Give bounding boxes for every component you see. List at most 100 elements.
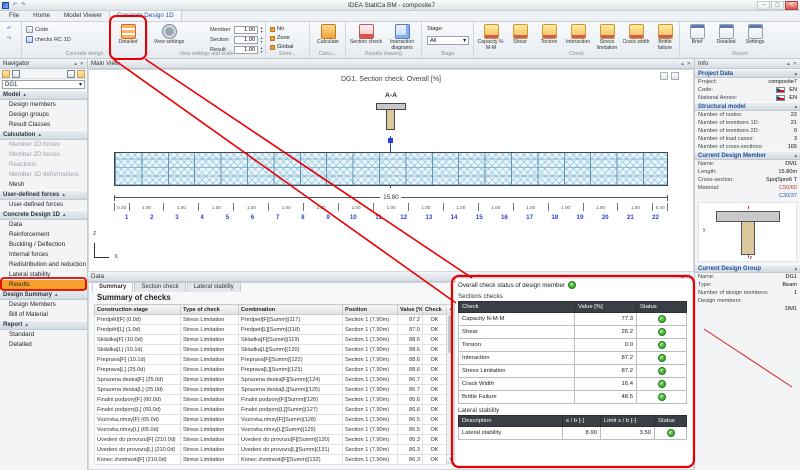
summary-table-row[interactable]: Finalni podpory[L] (60.0d) Stress Limita… [95,405,447,415]
report-button[interactable]: Brief [683,24,711,46]
lateral-stability-row[interactable]: Lateral stability 8.90 3.50 ✓ [459,427,687,440]
tab-model-viewer[interactable]: Model Viewer [57,11,109,21]
close-icon[interactable]: ✕ [80,61,84,67]
nav-item[interactable]: Data [0,220,87,230]
check-type-button[interactable]: Brittle failure [651,24,679,51]
section-number[interactable]: 22 [643,214,668,223]
check-result-row[interactable]: Crack Width 16.4 ✓ [459,378,687,391]
view-tool-icon[interactable] [671,72,679,80]
quick-access-undo-icon[interactable]: ↶ [11,1,19,9]
check-result-row[interactable]: Torsion 0.0 ✓ [459,339,687,352]
nav-tool-icon[interactable] [67,70,75,78]
nav-item[interactable]: Redistribution and reduction [0,260,87,270]
report-button[interactable]: Settings [741,24,769,46]
summary-table-row[interactable]: Sprazena deska[F] (25.0d) Stress Limitat… [95,375,447,385]
summary-table-row[interactable]: Predpětí[F] (0.0d) Stress Limitation Pre… [95,315,447,325]
section-number[interactable]: 15 [467,214,492,223]
section-check-button[interactable]: Section check [349,24,383,46]
summary-table-row[interactable]: Vozovka,rimsy[L] (65.0d) Stress Limitati… [95,425,447,435]
current-design-member-section[interactable]: Current Design Member ▴ [695,151,800,160]
section-number[interactable]: 21 [618,214,643,223]
tab-summary[interactable]: Summary [92,282,133,292]
summary-table-row[interactable]: Uvedeni do provozu[L] (210.0d) Stress Li… [95,445,447,455]
section-number[interactable]: 17 [517,214,542,223]
check-type-button[interactable]: Stress limitation [593,24,621,51]
nav-item[interactable]: Internal forces [0,250,87,260]
summary-table-row[interactable]: Konec zivotnosti[F] (210.0d) Stress Limi… [95,455,447,465]
section-number[interactable]: 13 [416,214,441,223]
nav-section-report[interactable]: Report ▴ [0,320,87,330]
section-scale-input[interactable] [234,36,258,44]
tab-file[interactable]: File [2,11,26,21]
code-button[interactable]: Code [26,25,48,34]
check-type-button[interactable]: Interaction [564,24,592,51]
undo-button[interactable]: ↶ [5,25,13,33]
section-number[interactable]: 3 [164,214,189,223]
close-icon[interactable]: ✕ [687,61,691,67]
nav-item[interactable]: Member 1D deformations [0,170,87,180]
member-scale-input[interactable] [234,26,258,34]
section-number[interactable]: 9 [316,214,341,223]
nav-item[interactable]: Lateral stability [0,270,87,280]
nav-item[interactable]: Detailed [0,340,87,350]
tab-section-check[interactable]: Section check [134,282,185,292]
section-number[interactable]: 16 [492,214,517,223]
section-number[interactable]: 5 [215,214,240,223]
nav-section-calculation[interactable]: Calculation ▴ [0,130,87,140]
member-scale-stepper[interactable]: ▲▼ [258,26,265,34]
nav-item[interactable]: Design members [0,100,87,110]
nav-item[interactable]: Buckling / Deflection [0,240,87,250]
nav-item[interactable]: Mesh [0,180,87,190]
summary-table-row[interactable]: Predpětí[L] (1.0d) Stress Limitation Pre… [95,325,447,335]
section-number[interactable]: 11 [366,214,391,223]
nav-item[interactable]: Member 2D forces [0,150,87,160]
check-result-row[interactable]: Shear 26.2 ✓ [459,326,687,339]
scrollbar-thumb[interactable] [448,315,453,353]
nav-tool-icon[interactable] [12,70,20,78]
nav-item[interactable]: Design Members [0,300,87,310]
summary-table-row[interactable]: Uvedeni do provozu[F] (210.0d) Stress Li… [95,435,447,445]
view-settings-button[interactable]: View settings [152,24,186,46]
section-number[interactable]: 12 [391,214,416,223]
section-number[interactable]: 4 [190,214,215,223]
structural-model-section[interactable]: Structural model ▴ [695,102,800,111]
report-button[interactable]: Detailed [712,24,740,46]
pin-icon[interactable]: ▴ [681,61,684,67]
extreme-global-option[interactable]: Global [270,43,293,51]
table-scrollbar[interactable]: ▲ ▼ [446,304,455,464]
scroll-down-icon[interactable]: ▼ [447,454,454,463]
project-data-section[interactable]: Project Data ▴ [695,69,800,78]
nav-item[interactable]: Reactions [0,160,87,170]
check-result-row[interactable]: Stress Limitation 87.2 ✓ [459,365,687,378]
pin-icon[interactable]: ▴ [74,61,77,67]
nav-item[interactable]: Standard [0,330,87,340]
section-number[interactable]: 1 [114,214,139,223]
beam-elevation-drawing[interactable] [114,152,668,186]
nav-item[interactable]: Member 1D forces [0,140,87,150]
close-button[interactable]: ✕ [785,1,798,10]
summary-table-row[interactable]: Finalni podpory[F] (60.0d) Stress Limita… [95,395,447,405]
nav-item[interactable]: Results [0,280,87,290]
check-type-button[interactable]: Crack width [622,24,650,51]
section-number[interactable]: 10 [341,214,366,223]
quick-access-redo-icon[interactable]: ↷ [19,1,27,9]
detailed-check-button[interactable]: Detailed [112,24,144,46]
section-number[interactable]: 7 [265,214,290,223]
check-type-button[interactable]: Torsion [535,24,563,51]
section-number[interactable]: 8 [290,214,315,223]
summary-table-row[interactable]: Vozovka,rimsy[F] (65.0d) Stress Limitati… [95,415,447,425]
nav-item[interactable]: Design groups [0,110,87,120]
close-icon[interactable]: ✕ [793,61,797,67]
minimize-button[interactable]: ─ [757,1,770,10]
maximize-button[interactable]: ▢ [771,1,784,10]
check-result-row[interactable]: Capacity N-M-M 77.3 ✓ [459,313,687,326]
tab-lateral-stability[interactable]: Lateral stability [187,282,241,292]
stage-select[interactable]: All ▾ [427,36,469,45]
check-result-row[interactable]: Brittle Failure 48.5 ✓ [459,391,687,404]
nav-section-design-summary[interactable]: Design Summary ▴ [0,290,87,300]
section-number[interactable]: 2 [139,214,164,223]
tab-concrete-design-1d[interactable]: Concrete Design 1D [109,10,182,21]
summary-table-row[interactable]: Sprazena deska[L] (25.0d) Stress Limitat… [95,385,447,395]
nav-item[interactable]: Bill of Material [0,310,87,320]
nav-section-user-defined-forces[interactable]: User-defined forces ▴ [0,190,87,200]
